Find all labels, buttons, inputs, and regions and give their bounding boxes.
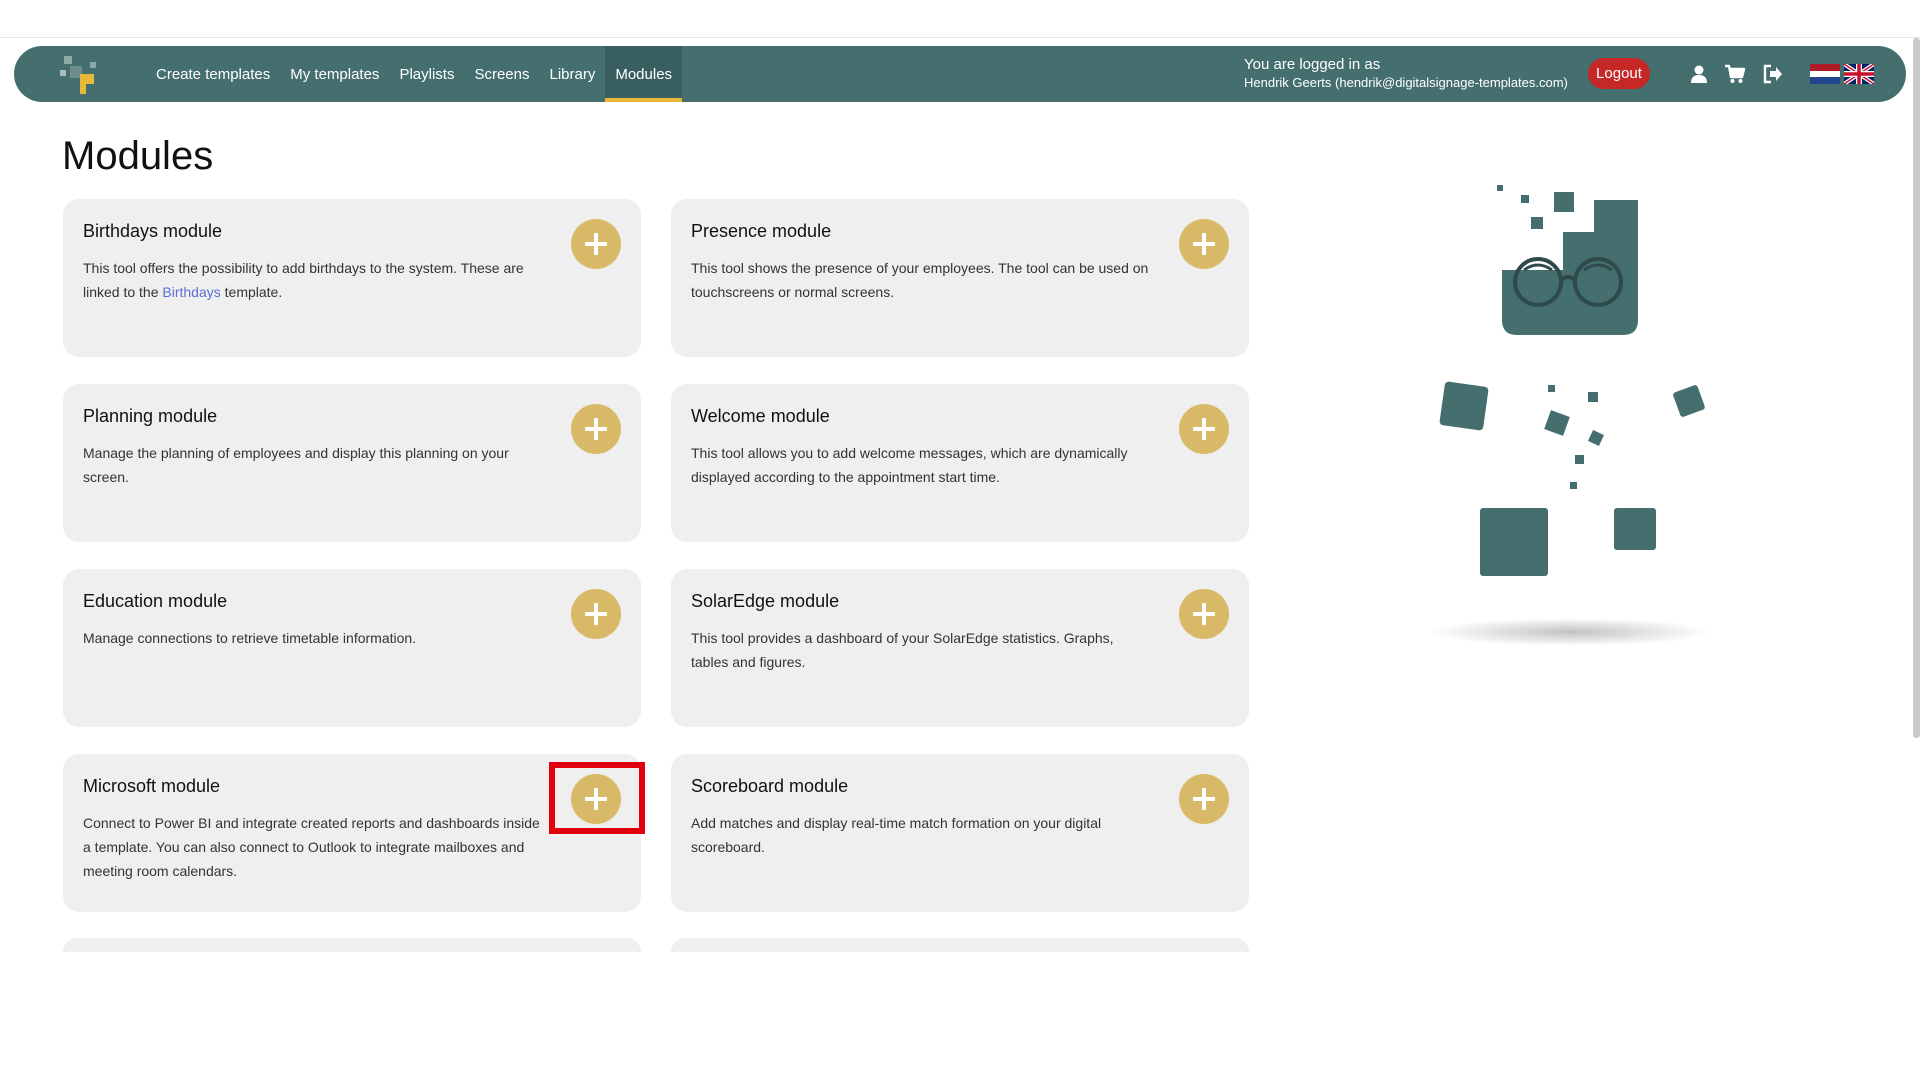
nav-playlists[interactable]: Playlists (389, 46, 464, 102)
logout-button[interactable]: Logout (1588, 58, 1650, 89)
card-title: Welcome module (691, 406, 830, 426)
plus-icon (1193, 418, 1215, 440)
module-card-planning: Planning module Manage the planning of e… (63, 384, 641, 542)
modules-illustration (1430, 185, 1710, 646)
page-scrollbar[interactable] (1913, 38, 1920, 738)
card-description: Add matches and display real-time match … (691, 815, 1102, 855)
plus-icon (1193, 233, 1215, 255)
plus-icon (1193, 788, 1215, 810)
module-card-partial (671, 938, 1249, 952)
nav-library[interactable]: Library (539, 46, 605, 102)
page-title: Modules (62, 134, 214, 178)
module-card-birthdays: Birthdays module This tool offers the po… (63, 199, 641, 357)
module-card-scoreboard: Scoreboard module Add matches and displa… (671, 754, 1249, 912)
module-card-partial (63, 938, 641, 952)
module-card-solaredge: SolarEdge module This tool provides a da… (671, 569, 1249, 727)
card-description: This tool allows you to add welcome mess… (691, 445, 1128, 485)
add-scoreboard-module-button[interactable] (1179, 774, 1229, 824)
main-nav: Create templates My templates Playlists … (146, 46, 683, 102)
birthdays-template-link[interactable]: Birthdays (162, 284, 220, 300)
nav-create-templates[interactable]: Create templates (146, 46, 280, 102)
highlight-box (549, 762, 645, 834)
add-education-module-button[interactable] (571, 589, 621, 639)
plus-icon (585, 603, 607, 625)
desc-text: template. (220, 284, 283, 300)
card-title: Presence module (691, 221, 832, 241)
logo-icon[interactable] (56, 52, 106, 98)
card-title: Scoreboard module (691, 776, 849, 796)
top-navbar: Create templates My templates Playlists … (14, 46, 1906, 102)
login-info: You are logged in as Hendrik Geerts (hen… (1244, 56, 1568, 92)
browser-top-divider (0, 37, 1920, 38)
card-description: Connect to Power BI and integrate create… (83, 815, 540, 879)
nav-modules[interactable]: Modules (605, 46, 683, 102)
desc-text: This tool offers the possibility to add … (83, 260, 524, 300)
card-description: This tool provides a dashboard of your S… (691, 630, 1114, 670)
card-description: Manage the planning of employees and dis… (83, 445, 509, 485)
user-icon[interactable] (1688, 63, 1710, 85)
card-description: Manage connections to retrieve timetable… (83, 630, 417, 646)
nav-screens[interactable]: Screens (464, 46, 539, 102)
plus-icon (1193, 603, 1215, 625)
card-title: SolarEdge module (691, 591, 840, 611)
login-label: You are logged in as (1244, 56, 1381, 73)
add-planning-module-button[interactable] (571, 404, 621, 454)
module-card-presence: Presence module This tool shows the pres… (671, 199, 1249, 357)
card-description: This tool shows the presence of your emp… (691, 260, 1149, 300)
login-user: Hendrik Geerts (hendrik@digitalsignage-t… (1244, 75, 1568, 90)
card-title: Education module (83, 591, 228, 611)
add-presence-module-button[interactable] (1179, 219, 1229, 269)
plus-icon (585, 418, 607, 440)
add-welcome-module-button[interactable] (1179, 404, 1229, 454)
plus-icon (585, 233, 607, 255)
nav-my-templates[interactable]: My templates (280, 46, 389, 102)
add-solaredge-module-button[interactable] (1179, 589, 1229, 639)
add-birthdays-module-button[interactable] (571, 219, 621, 269)
flag-uk-icon[interactable] (1844, 64, 1874, 84)
flag-netherlands-icon[interactable] (1810, 64, 1840, 84)
card-title: Microsoft module (83, 776, 221, 796)
cart-icon[interactable] (1724, 63, 1746, 85)
module-card-education: Education module Manage connections to r… (63, 569, 641, 727)
card-title: Birthdays module (83, 221, 223, 241)
card-title: Planning module (83, 406, 218, 426)
module-card-welcome: Welcome module This tool allows you to a… (671, 384, 1249, 542)
sign-out-icon[interactable] (1762, 63, 1784, 85)
card-description: This tool offers the possibility to add … (83, 256, 543, 304)
